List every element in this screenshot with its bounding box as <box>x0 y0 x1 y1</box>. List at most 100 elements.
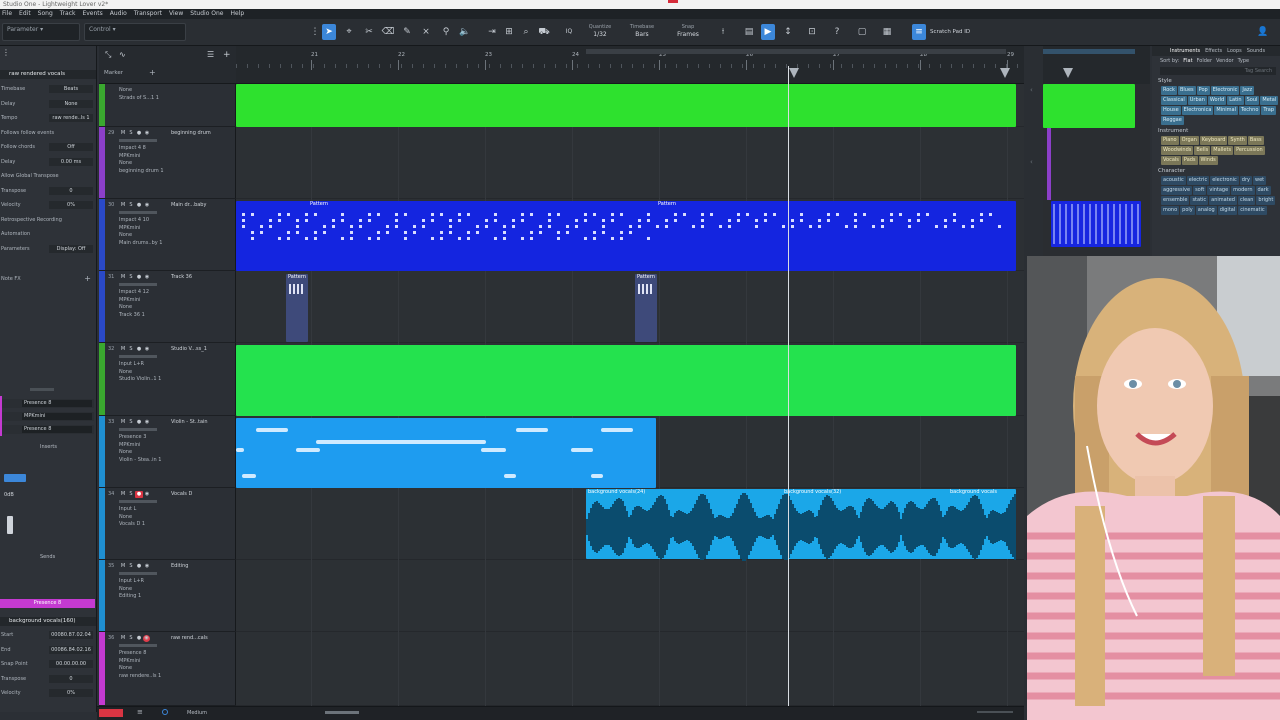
instrument-tag[interactable]: Percussion <box>1234 146 1265 155</box>
monitor-icon[interactable]: ≡ <box>137 708 143 716</box>
loop-range[interactable] <box>586 49 1006 54</box>
style-tag[interactable]: Blues <box>1177 86 1196 95</box>
event-row-value[interactable]: 00086.84.02.16 <box>49 645 93 654</box>
inspector-menu-icon[interactable]: ⋮ <box>2 48 10 57</box>
user-icon[interactable]: 👤 <box>1256 24 1270 40</box>
instrument-tag[interactable]: Vocals <box>1161 156 1181 165</box>
mute-button[interactable]: M <box>119 346 127 353</box>
monitor-button[interactable]: ◉ <box>143 491 151 498</box>
input-row[interactable]: MPKmini <box>0 412 94 421</box>
character-tag[interactable]: animated <box>1209 196 1237 205</box>
event-row[interactable]: Transpose 0 <box>0 674 96 684</box>
instrument-tag[interactable]: Keyboard <box>1199 136 1228 145</box>
instrument-tag[interactable]: Pads <box>1181 156 1198 165</box>
inspector-row[interactable]: Automation <box>0 229 96 239</box>
event-row[interactable]: Snap Point 00.00.00.00 <box>0 659 96 669</box>
track-header[interactable]: None Strads of S...1 1 <box>99 84 236 127</box>
track-routing-field[interactable]: Track 36 1 <box>119 312 145 318</box>
track-routing-field[interactable]: raw rendere..ls 1 <box>119 673 161 679</box>
solo-button[interactable]: S <box>127 346 135 353</box>
menu-track[interactable]: Track <box>60 10 76 17</box>
paint-tool-icon[interactable]: ✎ <box>400 24 414 40</box>
track-name[interactable]: Violin - St..tain <box>171 419 217 425</box>
style-tag[interactable]: House <box>1161 106 1181 115</box>
solo-button[interactable]: S <box>127 635 135 642</box>
track-header[interactable]: 30 M S ● ◉ Main dr...baby Impact 4 10 MPKmini No… <box>99 199 236 271</box>
track-routing-field[interactable]: Violin - Stea..in 1 <box>119 457 161 463</box>
inspector-row[interactable]: Allow Global Transpose <box>0 171 96 181</box>
event-name[interactable]: background vocals(160) <box>0 617 96 626</box>
track-volume-fader[interactable] <box>119 428 157 431</box>
track-height-dropdown[interactable]: Medium <box>187 710 207 716</box>
style-tag[interactable]: Latin <box>1227 96 1244 105</box>
menu-studio-one[interactable]: Studio One <box>190 10 223 17</box>
track-name[interactable]: beginning drum <box>171 130 217 136</box>
inspector-row-value[interactable]: 0% <box>49 201 93 209</box>
snap-toggle-icon[interactable]: ⇥ <box>485 24 499 40</box>
track-routing-field[interactable]: Presence 3 <box>119 434 146 440</box>
menu-audio[interactable]: Audio <box>110 10 127 17</box>
solo-button[interactable]: S <box>127 419 135 426</box>
arrow-tool-icon[interactable]: ➤ <box>322 24 336 40</box>
tab-loops[interactable]: Loops <box>1227 48 1242 54</box>
monitor-button[interactable]: ◉ <box>143 130 151 137</box>
scratch-pad-label[interactable]: Scratch Pad ID <box>930 29 970 35</box>
list-icon[interactable]: ☰ <box>207 50 214 59</box>
monitor-button[interactable]: ◉ <box>143 419 151 426</box>
menu-help[interactable]: Help <box>231 10 245 17</box>
track-routing-field[interactable]: Main drums..by 1 <box>119 240 162 246</box>
style-tag[interactable]: World <box>1207 96 1227 105</box>
track-routing-field[interactable]: beginning drum 1 <box>119 168 164 174</box>
instrument-tag[interactable]: Winds <box>1198 156 1218 165</box>
track-header[interactable]: 36 M S ● ◉ raw rend...cals Presence 8 MPKmini No… <box>99 632 236 706</box>
instrument-clip[interactable] <box>236 418 656 488</box>
character-tag[interactable]: digital <box>1217 206 1238 215</box>
character-tag[interactable]: electric <box>1186 176 1210 185</box>
solo-button[interactable]: S <box>127 130 135 137</box>
automation-icon[interactable]: ∿ <box>119 50 126 59</box>
event-row-value[interactable]: 00080.87.02.04 <box>49 631 93 639</box>
split-tool-icon[interactable]: ✂ <box>362 24 376 40</box>
event-row[interactable]: End 00086.84.02.16 <box>0 645 96 655</box>
audio-clip[interactable] <box>236 84 1016 127</box>
inspector-row[interactable]: Follows follow events <box>0 128 96 138</box>
mute-button[interactable]: M <box>119 491 127 498</box>
instrument-row[interactable]: Presence 8 <box>0 399 94 408</box>
event-row-value[interactable]: 0% <box>49 689 93 697</box>
tab-instruments[interactable]: Instruments <box>1170 48 1200 54</box>
inspector-row-value[interactable]: Beats <box>49 85 93 93</box>
record-arm-button[interactable]: ● <box>135 635 143 642</box>
zoom-icon[interactable]: ⌕ <box>519 24 533 40</box>
track-routing-field[interactable]: MPKmini <box>119 225 140 231</box>
menu-edit[interactable]: Edit <box>19 10 31 17</box>
track-routing-field[interactable]: Input L <box>119 506 136 512</box>
track-name[interactable]: Main dr...baby <box>171 202 217 208</box>
iq-button[interactable]: IQ <box>562 24 576 40</box>
character-tag[interactable]: aggressive <box>1161 186 1193 195</box>
character-tag[interactable]: static <box>1190 196 1209 205</box>
track-routing-field[interactable]: None <box>119 232 132 238</box>
track-routing-field[interactable]: Vocals D 1 <box>119 521 145 527</box>
sort-flat[interactable]: Flat <box>1183 58 1192 64</box>
add-marker-icon[interactable]: + <box>149 68 156 77</box>
record-arm-button[interactable]: ● <box>135 130 143 137</box>
zoom-slider[interactable] <box>977 711 1013 713</box>
style-tag[interactable]: Metal <box>1260 96 1279 105</box>
track-routing-field[interactable]: MPKmini <box>119 658 140 664</box>
sort-folder[interactable]: Folder <box>1197 58 1212 64</box>
track-routing-field[interactable]: Impact 4 12 <box>119 289 149 295</box>
inspector-row-value[interactable]: Off <box>49 143 93 151</box>
eraser-tool-icon[interactable]: ⌫ <box>381 24 395 40</box>
track-volume-fader[interactable] <box>119 139 157 142</box>
style-tag[interactable]: Urban <box>1187 96 1207 105</box>
grid-snap-icon[interactable]: ⊞ <box>502 24 516 40</box>
character-tag[interactable]: poly <box>1180 206 1195 215</box>
record-arm-button[interactable]: ● <box>135 419 143 426</box>
menu-song[interactable]: Song <box>38 10 53 17</box>
character-tag[interactable]: vintage <box>1207 186 1231 195</box>
style-tag[interactable]: Rock <box>1161 86 1177 95</box>
character-tag[interactable]: clean <box>1237 196 1256 205</box>
listen-tool-icon[interactable]: 🔈 <box>458 24 472 40</box>
inspector-row[interactable]: Parameters Display: Off <box>0 244 96 254</box>
monitor-toggle[interactable] <box>4 474 26 482</box>
